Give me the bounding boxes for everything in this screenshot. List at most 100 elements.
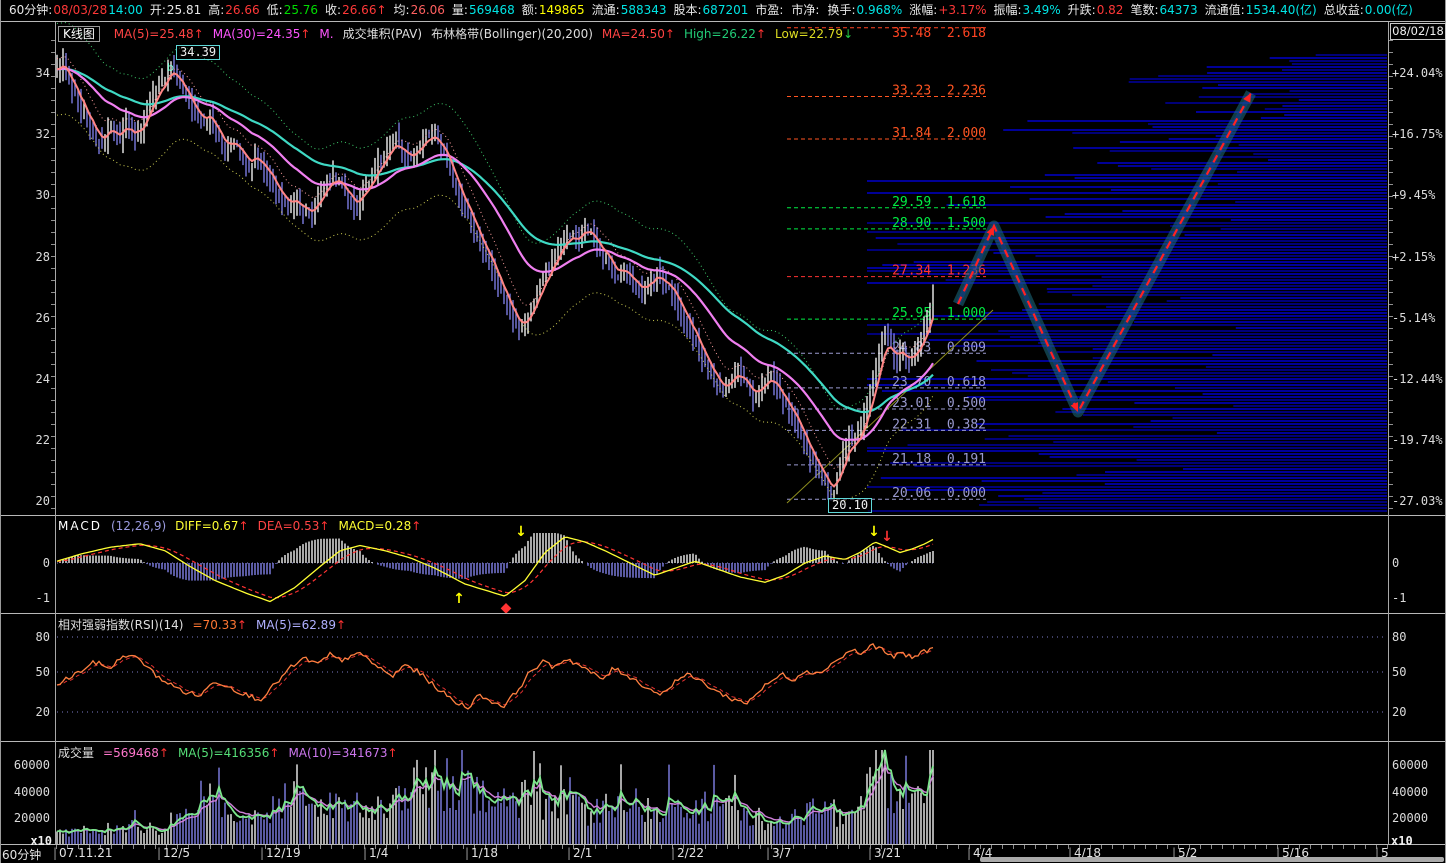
- fib-level-label: 33.23 2.236: [892, 84, 986, 99]
- kline-tab[interactable]: K线图: [58, 26, 100, 42]
- axis-tick-label: +2.15%: [1392, 250, 1436, 264]
- quote-field-label: 市净:: [791, 3, 820, 17]
- date-tick-label: | 3/7: [766, 846, 792, 860]
- quote-field-value: 569468: [468, 3, 515, 17]
- axis-tick-label: 22: [35, 433, 50, 447]
- indicator-value: MA(5)=62.89↑: [255, 618, 347, 632]
- stock-analysis-window: 60分钟:08/03/2814:00 开:25.81 高:26.66 低:25.76 收…: [0, 0, 1446, 863]
- indicator-value: DEA=0.53↑: [257, 519, 330, 533]
- indicator-value: 成交量: [58, 746, 95, 760]
- up-arrow-icon: ↑: [238, 519, 249, 533]
- ma30-line: [56, 67, 934, 442]
- date-tick-label: | 3/21: [868, 846, 901, 860]
- macd-signal-marker: ↑: [453, 591, 465, 607]
- indicator-value: =569468↑: [103, 746, 169, 760]
- quote-field-label: 市盈:: [755, 3, 784, 17]
- axis-tick-label: 26: [35, 311, 50, 325]
- up-arrow-icon: ↑: [269, 746, 280, 760]
- macd-signal-marker: ↓: [881, 529, 893, 545]
- date-tick-label: | 1/18: [465, 846, 498, 860]
- up-arrow-icon: ↑: [664, 27, 675, 41]
- indicator-value: 相对强弱指数(RSI)(14): [58, 618, 184, 632]
- quote-field-value: 687201: [702, 3, 749, 17]
- quote-field-label: 换手:: [827, 3, 856, 17]
- quote-field-value: 26.06: [410, 3, 445, 17]
- date-tick-label: | 1/4: [363, 846, 389, 860]
- indicator-value: =70.33↑: [192, 618, 247, 632]
- fib-level-label: 20.06 0.000: [892, 486, 986, 501]
- quote-field-value: 26.66↑: [342, 3, 387, 17]
- quote-field-label: 笔数:: [1130, 3, 1159, 17]
- up-arrow-icon: ↑: [236, 618, 247, 632]
- up-arrow-icon: ↑: [158, 746, 169, 760]
- axis-tick-label: 0: [42, 556, 50, 570]
- axis-tick-label: -27.03%: [1392, 494, 1443, 508]
- date-tick-label: | 2/22: [671, 846, 704, 860]
- rsi-ma5-line: [56, 647, 934, 707]
- up-arrow-icon: ↑: [319, 519, 330, 533]
- up-arrow-icon: ↑: [300, 27, 311, 41]
- axis-tick-label: -1: [35, 591, 50, 605]
- rsi-chart[interactable]: [0, 614, 1446, 741]
- volume-unit-left: x10: [30, 834, 52, 848]
- quote-field-value: 14:00: [108, 3, 143, 17]
- axis-tick-label: 80: [1392, 630, 1407, 644]
- quote-info-bar: 60分钟:08/03/2814:00 开:25.81 高:26.66 低:25.76 收…: [0, 0, 1446, 21]
- quote-field-label: 高:: [208, 3, 225, 17]
- axis-tick-label: -19.74%: [1392, 433, 1443, 447]
- b-marker: b: [167, 61, 174, 74]
- quote-field-value: 149865: [538, 3, 585, 17]
- kline-header: K线图 MA(5)=25.48↑ MA(30)=24.35↑ M. 成交堆积(PAV)…: [58, 25, 862, 42]
- axis-tick-label: -5.14%: [1392, 311, 1436, 325]
- volume-profile: [867, 54, 1387, 512]
- fib-level-label: 31.84 2.000: [892, 126, 986, 141]
- macd-header: MACD (12,26,9) DIFF=0.67↑ DEA=0.53↑ MACD=0.2…: [58, 519, 430, 533]
- indicator-value: DIFF=0.67↑: [175, 519, 249, 533]
- axis-tick-label: 32: [35, 127, 50, 141]
- fibonacci-levels: 35.48 2.618 33.23 2.236 31.84 2.000 29.59 1…: [787, 26, 986, 501]
- indicator-value: (12,26,9): [110, 519, 167, 533]
- up-arrow-icon: ↑: [193, 27, 204, 41]
- up-arrow-icon: ↑: [755, 27, 767, 41]
- date-tick-label: | 07.11.21: [53, 846, 113, 860]
- indicator-value: MA(30)=24.35↑: [212, 27, 311, 41]
- quote-field-value: 08/03/28: [53, 3, 108, 17]
- axis-tick-label: 24: [35, 372, 50, 386]
- indicator-value: M.: [319, 27, 334, 41]
- bollinger-mid-ma: [56, 67, 934, 414]
- quote-field-value: 26.66: [225, 3, 260, 17]
- axis-tick-label: 60000: [13, 758, 50, 772]
- indicator-value: MA(5)=416356↑: [177, 746, 280, 760]
- axis-tick-label: +9.45%: [1392, 188, 1436, 202]
- axis-tick-label: 20: [35, 494, 50, 508]
- quote-field-label: 均:: [393, 3, 410, 17]
- kline-chart[interactable]: 35.48 2.618 33.23 2.236 31.84 2.000 29.59 1…: [0, 22, 1446, 515]
- horizontal-scrollbar-thumb[interactable]: [980, 857, 1444, 862]
- up-arrow-icon: ↑: [335, 618, 347, 632]
- axis-tick-label: 20000: [13, 811, 50, 825]
- quote-field-label: 股本:: [673, 3, 702, 17]
- quote-field-value: 0.968%: [856, 3, 903, 17]
- axis-tick-label: 0: [1392, 556, 1400, 570]
- rsi-header: 相对强弱指数(RSI)(14) =70.33↑ MA(5)=62.89↑: [58, 616, 355, 633]
- macd-signal-marker: ◆: [501, 600, 512, 613]
- fib-level-label: 35.48 2.618: [892, 26, 986, 41]
- volume-header: 成交量 =569468↑ MA(5)=416356↑ MA(10)=341673↑: [58, 744, 407, 761]
- indicator-value: MA=24.50↑: [601, 27, 675, 41]
- quote-field-value: 25.81: [166, 3, 202, 17]
- axis-ticks: [51, 40, 55, 510]
- quote-field-label: 额:: [521, 3, 538, 17]
- axis-tick-label: 28: [35, 250, 50, 264]
- peak-price-label: 34.39: [176, 45, 221, 60]
- fib-level-label: 21.18 0.191: [892, 452, 986, 467]
- fib-level-label: 29.59 1.618: [892, 195, 986, 210]
- quote-field-value: 25.76: [283, 3, 319, 17]
- macd-histogram: [59, 533, 934, 581]
- quote-field-label: 流通值:: [1204, 3, 1245, 17]
- axis-tick-label: 34: [35, 66, 50, 80]
- date-tick-label: | 2/1: [567, 846, 593, 860]
- quote-field-value: 0.00(亿): [1364, 3, 1413, 17]
- macd-signal-marker: ↓: [515, 524, 527, 540]
- macd-signal-marker: ↓: [868, 524, 880, 540]
- quote-field-label: 涨幅:: [909, 3, 938, 17]
